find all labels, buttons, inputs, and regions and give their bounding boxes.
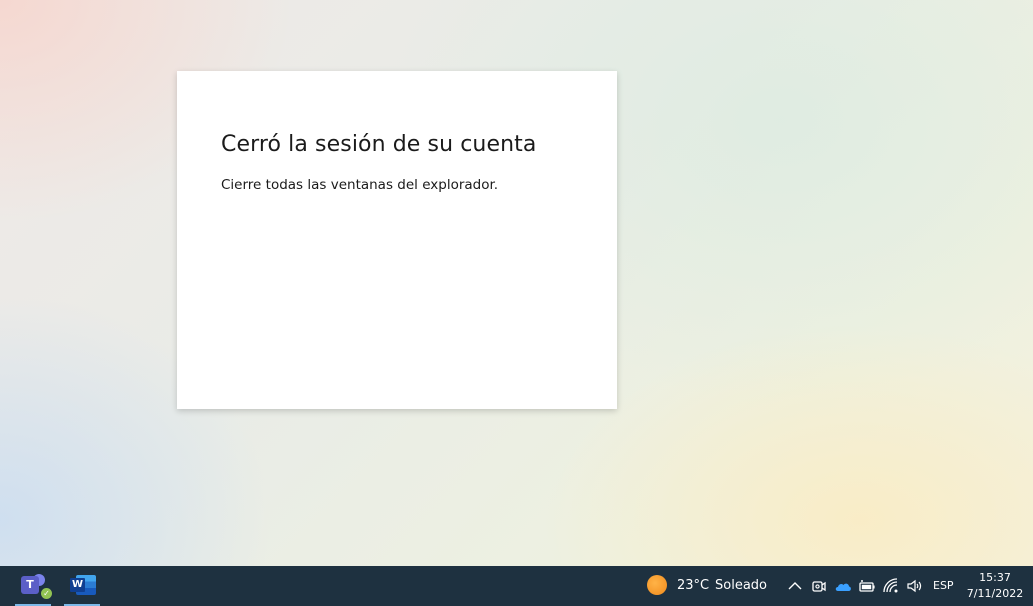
volume-icon[interactable] xyxy=(905,576,925,596)
taskbar-app-teams[interactable]: T ✓ xyxy=(13,566,53,606)
battery-icon[interactable] xyxy=(857,576,877,596)
wifi-icon[interactable] xyxy=(881,576,901,596)
meet-now-icon[interactable] xyxy=(809,576,829,596)
input-language-indicator[interactable]: ESP xyxy=(933,579,954,592)
teams-icon: T xyxy=(21,576,39,594)
taskbar: T ✓ W 23°C Soleado ESP 15:37 7/11/2022 xyxy=(0,566,1033,606)
weather-widget[interactable]: 23°C Soleado xyxy=(640,566,775,606)
clock-time: 15:37 xyxy=(979,571,1011,584)
weather-condition: Soleado xyxy=(715,578,767,593)
weather-temperature: 23°C xyxy=(677,578,710,593)
word-icon: W xyxy=(70,578,85,592)
onedrive-icon[interactable] xyxy=(833,576,853,596)
signed-out-dialog: Cerró la sesión de su cuenta Cierre toda… xyxy=(177,71,617,409)
status-available-icon: ✓ xyxy=(40,587,53,600)
dialog-message: Cierre todas las ventanas del explorador… xyxy=(221,177,499,193)
taskbar-clock[interactable]: 15:37 7/11/2022 xyxy=(963,570,1027,602)
taskbar-app-word[interactable]: W xyxy=(62,566,102,606)
chevron-up-icon[interactable] xyxy=(785,576,805,596)
dialog-title: Cerró la sesión de su cuenta xyxy=(221,132,537,157)
sun-icon xyxy=(647,575,667,595)
desktop-background: Cerró la sesión de su cuenta Cierre toda… xyxy=(0,0,1033,566)
clock-date: 7/11/2022 xyxy=(966,587,1024,600)
